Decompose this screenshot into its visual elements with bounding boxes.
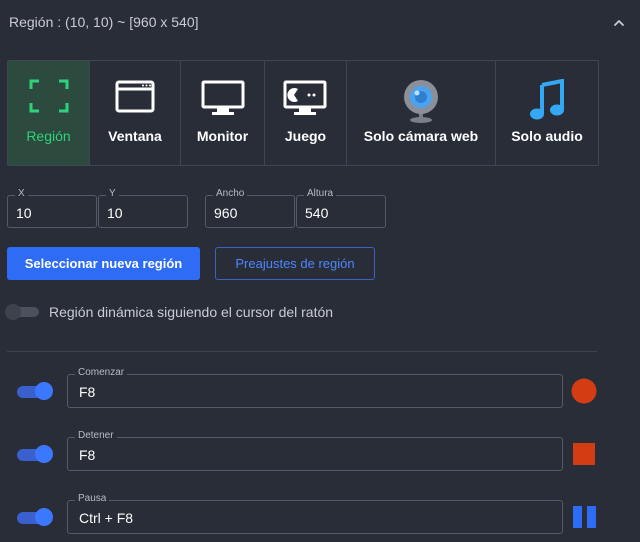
- music-note-icon: [530, 79, 564, 120]
- mode-webcam-only-label: Solo cámara web: [363, 128, 479, 144]
- height-field-label: Altura: [304, 188, 337, 199]
- stop-hotkey-field[interactable]: Detener F8: [67, 430, 563, 471]
- y-field-label: Y: [106, 188, 119, 199]
- dynamic-region-toggle[interactable]: [5, 304, 39, 320]
- window-icon: [115, 80, 155, 113]
- stop-hotkey-value: F8: [79, 447, 96, 463]
- pause-hotkey-label: Pausa: [75, 493, 110, 504]
- mode-window-label: Ventana: [108, 128, 162, 144]
- stop-hotkey-label: Detener: [75, 430, 117, 441]
- pause-hotkey-value: Ctrl + F8: [79, 510, 134, 526]
- mode-webcam-only[interactable]: Solo cámara web: [347, 61, 496, 165]
- monitor-icon: [201, 80, 245, 115]
- select-new-region-button[interactable]: Seleccionar nueva región: [7, 247, 200, 280]
- section-divider: [7, 351, 597, 352]
- width-field[interactable]: Ancho 960: [205, 188, 295, 228]
- y-field[interactable]: Y 10: [98, 188, 188, 228]
- mode-region[interactable]: Región: [8, 61, 90, 165]
- webcam-icon: [404, 80, 438, 123]
- region-presets-button[interactable]: Preajustes de región: [215, 247, 375, 280]
- x-field-value: 10: [16, 205, 32, 221]
- width-field-label: Ancho: [213, 188, 248, 199]
- mode-audio-only[interactable]: Solo audio: [496, 61, 598, 165]
- panel-header[interactable]: Región : (10, 10) ~ [960 x 540]: [0, 0, 640, 46]
- mode-monitor[interactable]: Monitor: [181, 61, 265, 165]
- height-field-value: 540: [305, 205, 329, 221]
- x-field[interactable]: X 10: [7, 188, 97, 228]
- mode-monitor-label: Monitor: [196, 128, 249, 144]
- stop-icon: [573, 443, 595, 465]
- mode-game[interactable]: Juego: [265, 61, 347, 165]
- dynamic-region-label: Región dinámica siguiendo el cursor del …: [49, 304, 334, 320]
- chevron-up-icon[interactable]: [612, 16, 626, 30]
- record-icon: [571, 378, 597, 404]
- start-hotkey-value: F8: [79, 384, 96, 400]
- mode-audio-only-label: Solo audio: [511, 128, 583, 144]
- height-field[interactable]: Altura 540: [296, 188, 386, 228]
- start-hotkey-field[interactable]: Comenzar F8: [67, 367, 563, 408]
- start-hotkey-toggle[interactable]: [17, 382, 53, 400]
- y-field-value: 10: [107, 205, 123, 221]
- mode-window[interactable]: Ventana: [90, 61, 181, 165]
- width-field-value: 960: [214, 205, 238, 221]
- pause-icon: [573, 506, 596, 528]
- mode-game-label: Juego: [284, 128, 327, 144]
- capture-mode-selector: Región Ventana Monitor Juego Solo cámara…: [7, 60, 599, 166]
- region-summary-title: Región : (10, 10) ~ [960 x 540]: [9, 14, 199, 30]
- region-select-icon: [29, 79, 69, 113]
- mode-region-label: Región: [26, 128, 71, 144]
- pause-hotkey-toggle[interactable]: [17, 508, 53, 526]
- x-field-label: X: [15, 188, 28, 199]
- gamepad-icon: [283, 80, 327, 115]
- start-hotkey-label: Comenzar: [75, 367, 128, 378]
- stop-hotkey-toggle[interactable]: [17, 445, 53, 463]
- pause-hotkey-field[interactable]: Pausa Ctrl + F8: [67, 493, 563, 534]
